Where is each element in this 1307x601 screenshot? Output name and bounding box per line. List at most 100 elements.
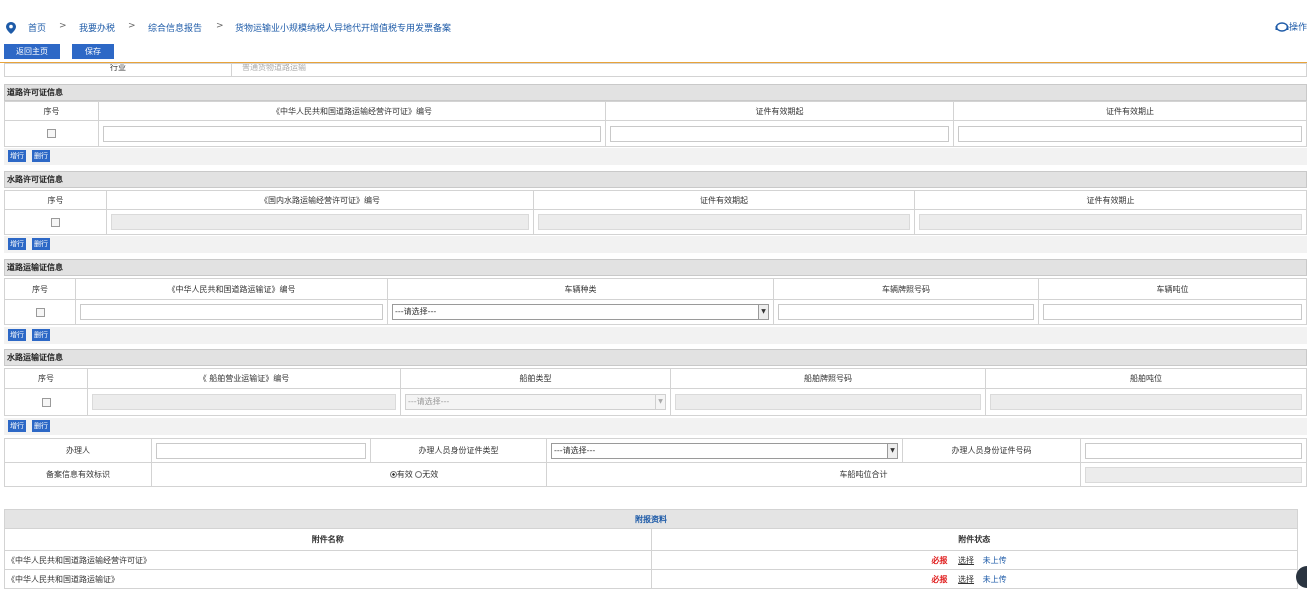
breadcrumb-separator: > [216,21,224,31]
col-header: 《中华人民共和国道路运输经营许可证》编号 [98,101,606,121]
plate-number-input[interactable] [778,304,1034,320]
col-header: 序号 [4,190,107,210]
add-row-button[interactable]: 增行 [8,420,26,432]
col-header: 附件状态 [650,528,1298,551]
row-checkbox[interactable] [51,217,60,227]
ship-type-select: ---请选择--- ▼ [405,394,666,410]
select-file-link[interactable]: 选择 [958,575,974,584]
add-row-button[interactable]: 增行 [8,329,26,341]
handler-id-type-select[interactable]: ---请选择--- ▼ [551,442,898,459]
col-header: 证件有效期止 [914,190,1307,210]
valid-radio-group: 有效 无效 [389,469,439,480]
handler-table: 办理人 办理人员身份证件类型 ---请选择--- ▼ 办理人员身份证件号码 备案信… [4,438,1307,487]
location-pin-icon [6,22,16,34]
road-permit-number-input[interactable] [103,125,601,142]
industry-value: 普通货物道路运输 [231,63,1307,77]
col-header: 序号 [4,368,88,389]
col-header: 船舶类型 [400,368,671,389]
col-header: 附件名称 [4,528,652,551]
col-header: 序号 [4,101,99,121]
breadcrumb: 首页 > 我要办税 > 综合信息报告 > 货物运输业小规模纳税人异地代开增值税专… [0,14,1307,36]
select-value: ---请选择--- [395,307,437,316]
col-header: 船舶吨位 [985,368,1307,389]
road-permit-row-buttons: 增行 删行 [4,148,1307,165]
road-transport-number-input[interactable] [80,304,383,320]
col-header: 序号 [4,278,76,300]
row-checkbox[interactable] [47,129,56,138]
col-header: 证件有效期止 [953,101,1307,121]
col-header: 证件有效期起 [605,101,954,121]
road-transport-title: 道路运输证信息 [4,259,1307,276]
col-header: 车辆种类 [387,278,774,300]
required-badge: 必报 [931,574,948,584]
valid-radio[interactable] [389,471,397,478]
col-header: 车辆吨位 [1038,278,1307,300]
handler-name-input[interactable] [156,442,366,459]
attachment-name: 《中华人民共和国道路运输经营许可证》 [4,550,652,570]
water-permit-number-input [111,214,529,230]
delete-row-button[interactable]: 删行 [32,150,50,162]
ship-tonnage-input [990,394,1302,410]
handler-id-number-label: 办理人员身份证件号码 [902,438,1081,463]
vehicle-type-select[interactable]: ---请选择--- ▼ [392,304,769,320]
add-row-button[interactable]: 增行 [8,238,26,250]
row-checkbox[interactable] [41,397,51,407]
breadcrumb-tax-link[interactable]: 我要办税 [79,21,115,34]
col-header: 《 船舶营业运输证》编号 [87,368,401,389]
table-row: 《中华人民共和国道路运输经营许可证》 必报 选择 未上传 [4,550,1298,570]
industry-table: 行业 普通货物道路运输 [4,63,1307,77]
save-button[interactable]: 保存 [72,44,114,59]
col-header: 车辆牌照号码 [773,278,1039,300]
water-transport-title: 水路运输证信息 [4,349,1307,366]
handler-id-number-input[interactable] [1085,442,1302,459]
col-header: 《中华人民共和国道路运输证》编号 [75,278,388,300]
delete-row-button[interactable]: 删行 [32,420,50,432]
road-permit-title: 道路许可证信息 [4,84,1307,101]
water-permit-table: 序号 《国内水路运输经营许可证》编号 证件有效期起 证件有效期止 [4,190,1307,235]
row-checkbox[interactable] [35,307,45,317]
ship-certificate-input [92,394,396,410]
home-button[interactable]: 返回主页 [4,44,60,59]
table-row: 《中华人民共和国道路运输证》 必报 选择 未上传 [4,569,1298,589]
water-transport-table: 序号 《 船舶营业运输证》编号 船舶类型 船舶牌照号码 船舶吨位 ---请选择-… [4,368,1307,416]
water-permit-start-input [538,214,910,230]
chevron-down-icon: ▼ [887,443,897,458]
col-header: 《国内水路运输经营许可证》编号 [106,190,534,210]
attachments-table: 附报资料 附件名称 附件状态 《中华人民共和国道路运输经营许可证》 必报 选择 … [4,509,1298,589]
road-transport-row-buttons: 增行 删行 [4,327,1307,344]
delete-row-button[interactable]: 删行 [32,329,50,341]
breadcrumb-home-link[interactable]: 首页 [28,21,46,34]
road-permit-table: 序号 《中华人民共和国道路运输经营许可证》编号 证件有效期起 证件有效期止 [4,101,1307,147]
ship-plate-input [675,394,981,410]
handler-name-label: 办理人 [4,438,152,463]
chevron-down-icon: ▼ [655,395,665,409]
select-file-link[interactable]: 选择 [958,556,974,565]
tonnage-total-value [1085,466,1302,483]
tonnage-total-label: 车船吨位合计 [546,462,1081,487]
col-header: 证件有效期起 [533,190,915,210]
valid-flag-label: 备案信息有效标识 [4,462,152,487]
water-permit-end-input [919,214,1302,230]
help-icon [1275,22,1289,32]
select-value: ---请选择--- [408,397,450,406]
road-permit-end-input[interactable] [958,125,1302,142]
handler-id-type-label: 办理人员身份证件类型 [370,438,547,463]
breadcrumb-separator: > [59,21,67,31]
road-transport-table: 序号 《中华人民共和国道路运输证》编号 车辆种类 车辆牌照号码 车辆吨位 ---… [4,278,1307,325]
select-value: ---请选择--- [554,445,596,455]
water-transport-row-buttons: 增行 删行 [4,418,1307,435]
water-permit-row-buttons: 增行 删行 [4,236,1307,253]
delete-row-button[interactable]: 删行 [32,238,50,250]
add-row-button[interactable]: 增行 [8,150,26,162]
help-label: 操作 [1288,23,1307,33]
breadcrumb-current: 货物运输业小规模纳税人异地代开增值税专用发票备案 [235,24,452,34]
vehicle-tonnage-input[interactable] [1043,304,1302,320]
breadcrumb-separator: > [128,21,136,31]
help-link[interactable]: 操作 [1275,20,1307,33]
road-permit-start-input[interactable] [610,125,949,142]
upload-status: 未上传 [982,555,1007,565]
invalid-option-label: 无效 [422,470,439,479]
upload-status: 未上传 [982,574,1007,584]
breadcrumb-report-link[interactable]: 综合信息报告 [148,21,202,34]
required-badge: 必报 [931,555,948,565]
